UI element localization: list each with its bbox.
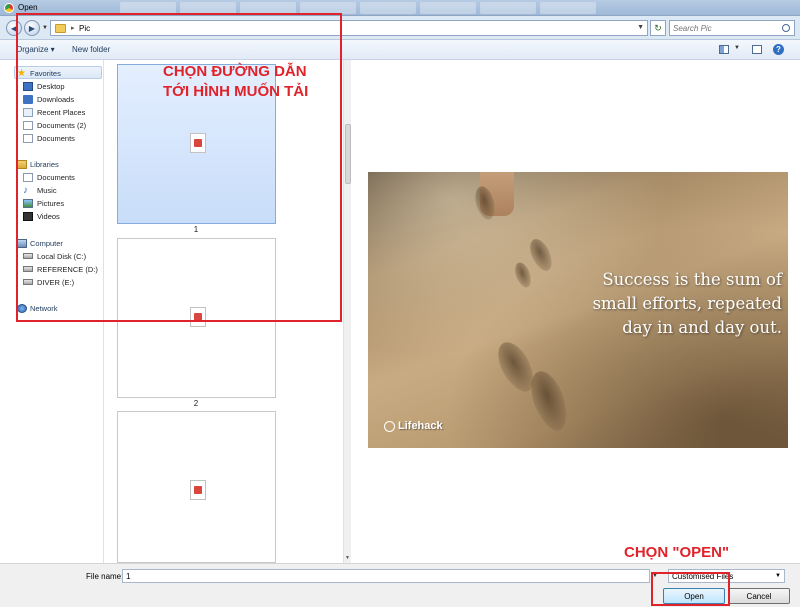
file-name-label: File name: [86, 572, 124, 581]
scroll-down-icon[interactable]: ▼ [345, 555, 350, 561]
file-name-label[interactable]: 2 [111, 399, 281, 408]
file-list-scrollbar[interactable]: ▼ [343, 60, 351, 563]
brand-watermark: Lifehack [384, 420, 443, 432]
chevron-down-icon: ▼ [775, 573, 781, 579]
cancel-button[interactable]: Cancel [728, 588, 790, 604]
file-thumbnail[interactable] [117, 411, 276, 563]
annotation-path-box [16, 13, 342, 322]
lifehack-logo-icon [384, 420, 395, 432]
refresh-button[interactable]: ↻ [650, 20, 666, 36]
search-box [669, 20, 795, 36]
help-icon[interactable]: ? [773, 44, 784, 55]
window-title: Open [18, 3, 38, 12]
preview-image: Success is the sum of small efforts, rep… [368, 172, 788, 448]
annotation-line: CHỌN ĐƯỜNG DẪN [163, 63, 307, 80]
brand-name: Lifehack [398, 420, 443, 432]
change-view-icon[interactable] [719, 45, 729, 54]
search-icon [782, 24, 790, 32]
preview-pane-icon[interactable] [752, 45, 762, 54]
view-options-dropdown-icon[interactable]: ▼ [734, 45, 740, 51]
image-file-icon [190, 480, 206, 500]
scrollbar-thumb[interactable] [345, 124, 351, 184]
annotation-line: TỚI HÌNH MUỐN TẢI [163, 83, 309, 100]
annotation-path-text: CHỌN ĐƯỜNG DẪN TỚI HÌNH MUỐN TẢI [163, 62, 308, 102]
chevron-down-icon[interactable]: ▼ [637, 24, 644, 31]
file-name-input[interactable] [122, 569, 650, 583]
annotation-open-box [651, 572, 730, 606]
chrome-icon [4, 3, 14, 13]
annotation-open-text: CHỌN "OPEN" [624, 544, 730, 561]
search-input[interactable] [673, 23, 777, 34]
refresh-icon: ↻ [654, 22, 662, 33]
preview-pane: Success is the sum of small efforts, rep… [352, 60, 800, 563]
preview-quote: Success is the sum of small efforts, rep… [592, 270, 782, 337]
